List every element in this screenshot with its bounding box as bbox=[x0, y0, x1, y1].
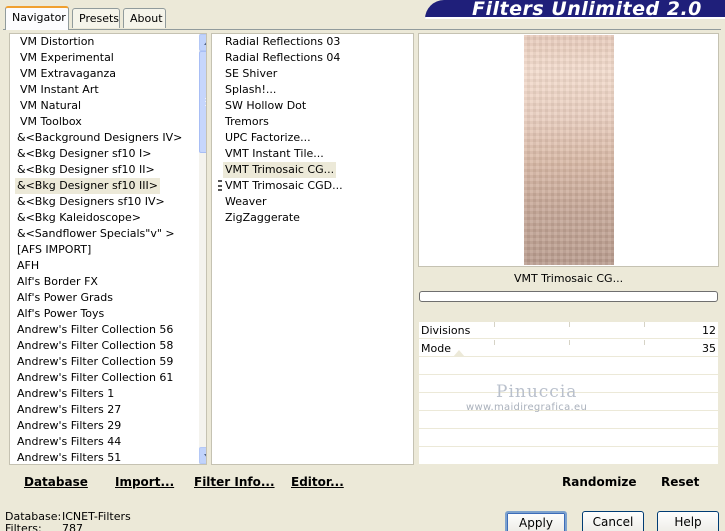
filter-list[interactable]: Radial Reflections 03 Radial Reflections … bbox=[211, 33, 414, 465]
category-list-item[interactable]: Andrew's Filters 51 bbox=[15, 450, 123, 464]
category-list-item[interactable]: VM Experimental bbox=[18, 50, 116, 66]
thumb-grip-icon bbox=[205, 98, 206, 106]
category-list-item[interactable]: Andrew's Filter Collection 56 bbox=[15, 322, 175, 338]
slider-tick bbox=[569, 340, 570, 345]
param-row-empty bbox=[419, 358, 718, 375]
param-value: 35 bbox=[702, 342, 716, 355]
param-row-divisions[interactable]: Divisions 12 bbox=[419, 322, 718, 339]
status-filters-label: Filters: bbox=[5, 522, 42, 531]
param-label: Divisions bbox=[421, 324, 471, 337]
category-list-item[interactable]: &<Bkg Designers sf10 IV> bbox=[15, 194, 167, 210]
filter-list-item[interactable]: Radial Reflections 04 bbox=[223, 50, 342, 66]
slider-tick bbox=[644, 340, 645, 345]
selected-filter-name: VMT Trimosaic CG... bbox=[419, 268, 718, 290]
filter-list-item[interactable]: ZigZaggerate bbox=[223, 210, 302, 226]
progress-bar bbox=[419, 291, 718, 302]
scroll-down-button[interactable] bbox=[199, 447, 206, 464]
category-list-item[interactable]: Alf's Power Grads bbox=[15, 290, 115, 306]
category-list-item[interactable]: Andrew's Filters 27 bbox=[15, 402, 123, 418]
category-list[interactable]: VM Distortion VM Experimental VM Extravaga… bbox=[9, 33, 207, 465]
tab-navigator[interactable]: Navigator bbox=[5, 6, 69, 30]
reset-button[interactable]: Reset bbox=[661, 475, 699, 489]
category-list-item[interactable]: VM Extravaganza bbox=[18, 66, 118, 82]
category-list-item[interactable]: VM Distortion bbox=[18, 34, 96, 50]
category-list-item[interactable]: Alf's Power Toys bbox=[15, 306, 106, 322]
param-row-empty bbox=[419, 448, 718, 465]
filter-list-item[interactable]: SW Hollow Dot bbox=[223, 98, 308, 114]
category-list-item[interactable]: Andrew's Filters 29 bbox=[15, 418, 123, 434]
category-list-item[interactable]: Andrew's Filter Collection 58 bbox=[15, 338, 175, 354]
preview-image bbox=[524, 35, 614, 265]
filter-info-button[interactable]: Filter Info... bbox=[194, 475, 275, 489]
category-scrollbar[interactable] bbox=[199, 34, 206, 464]
category-list-item[interactable]: &<Bkg Designer sf10 III> bbox=[15, 178, 161, 194]
param-row-empty bbox=[419, 412, 718, 429]
filter-list-item[interactable]: UPC Factorize... bbox=[223, 130, 313, 146]
category-list-item[interactable]: &<Bkg Designer sf10 II> bbox=[15, 162, 157, 178]
category-list-item[interactable]: VM Toolbox bbox=[18, 114, 84, 130]
cancel-button[interactable]: Cancel bbox=[582, 511, 644, 531]
status-filters-value: 787 bbox=[62, 522, 83, 531]
help-button[interactable]: Help bbox=[657, 511, 719, 531]
category-list-item[interactable]: Andrew's Filters 1 bbox=[15, 386, 116, 402]
editor-button[interactable]: Editor... bbox=[291, 475, 344, 489]
filter-list-item[interactable]: Tremors bbox=[223, 114, 271, 130]
slider-thumb[interactable] bbox=[453, 350, 465, 357]
scroll-up-button[interactable] bbox=[199, 34, 206, 51]
category-list-item[interactable]: Alf's Border FX bbox=[15, 274, 100, 290]
scroll-thumb[interactable] bbox=[199, 51, 206, 153]
database-button[interactable]: Database bbox=[24, 475, 88, 489]
import-button[interactable]: Import... bbox=[115, 475, 174, 489]
param-row-empty bbox=[419, 430, 718, 447]
category-list-item[interactable]: VM Instant Art bbox=[18, 82, 101, 98]
category-list-item[interactable]: &<Bkg Designer sf10 I> bbox=[15, 146, 154, 162]
filter-list-item[interactable]: VMT Trimosaic CG... bbox=[223, 162, 337, 178]
category-list-item[interactable]: [AFS IMPORT] bbox=[15, 242, 93, 258]
category-list-item[interactable]: &<Bkg Kaleidoscope> bbox=[15, 210, 143, 226]
param-value: 12 bbox=[702, 324, 716, 337]
category-list-item[interactable]: Andrew's Filters 44 bbox=[15, 434, 123, 450]
category-list-item[interactable]: VM Natural bbox=[18, 98, 83, 114]
slider-tick bbox=[569, 322, 570, 327]
category-list-item[interactable]: Andrew's Filter Collection 61 bbox=[15, 370, 175, 386]
preview-panel[interactable] bbox=[418, 33, 719, 267]
category-list-item[interactable]: AFH bbox=[15, 258, 41, 274]
filter-list-item[interactable]: Weaver bbox=[223, 194, 269, 210]
slider-tick bbox=[644, 322, 645, 327]
param-label: Mode bbox=[421, 342, 451, 355]
tab-presets[interactable]: Presets bbox=[72, 8, 120, 28]
filter-list-item[interactable]: SE Shiver bbox=[223, 66, 279, 82]
category-list-item[interactable]: &<Sandflower Specials"v" > bbox=[15, 226, 177, 242]
watermark-name: Pinuccia bbox=[496, 382, 578, 402]
filter-list-item[interactable]: VMT Instant Tile... bbox=[223, 146, 326, 162]
apply-button[interactable]: Apply bbox=[505, 511, 567, 531]
tab-about[interactable]: About bbox=[123, 8, 166, 28]
drag-handle-icon[interactable] bbox=[218, 180, 222, 191]
filter-list-item[interactable]: Radial Reflections 03 bbox=[223, 34, 342, 50]
watermark-url: www.maidiregrafica.eu bbox=[466, 402, 588, 413]
slider-tick bbox=[494, 322, 495, 327]
param-row-mode[interactable]: Mode 35 bbox=[419, 340, 718, 357]
filter-list-item[interactable]: Splash!... bbox=[223, 82, 278, 98]
category-list-item[interactable]: &<Background Designers IV> bbox=[15, 130, 184, 146]
filter-list-item[interactable]: VMT Trimosaic CGD... bbox=[223, 178, 345, 194]
category-list-item[interactable]: Andrew's Filter Collection 59 bbox=[15, 354, 175, 370]
app-title: Filters Unlimited 2.0 bbox=[472, 0, 702, 20]
slider-tick bbox=[494, 340, 495, 345]
tab-panel-edge bbox=[3, 29, 721, 30]
randomize-button[interactable]: Randomize bbox=[562, 475, 636, 489]
